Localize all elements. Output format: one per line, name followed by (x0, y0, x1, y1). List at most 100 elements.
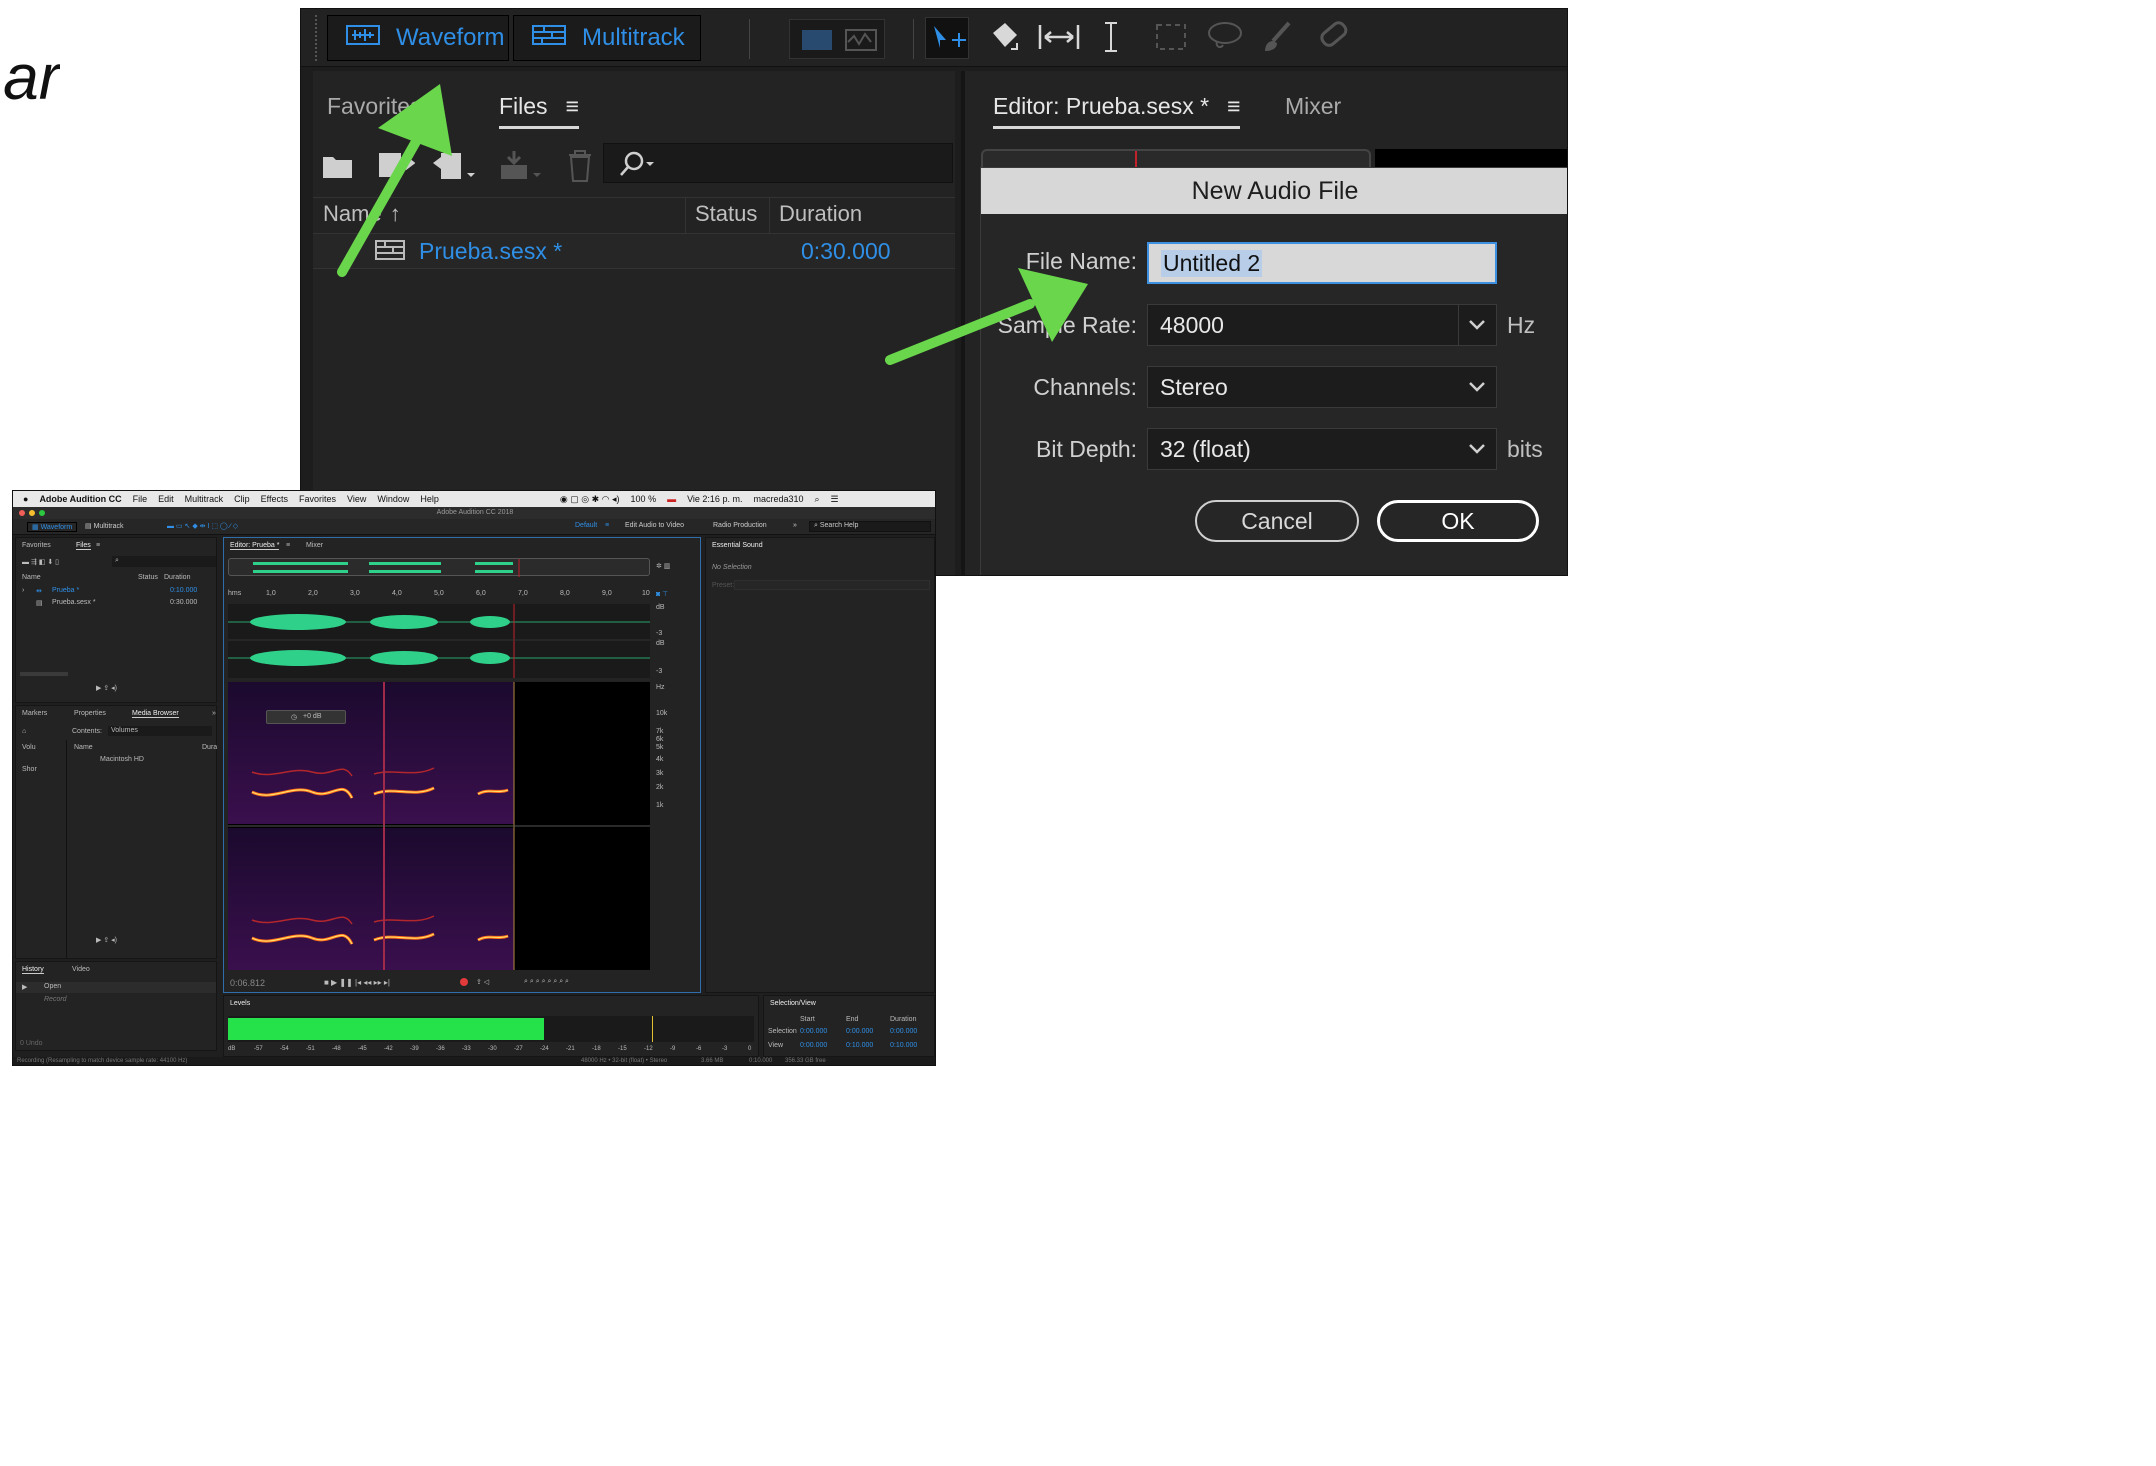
app-editor-menu-icon[interactable]: ≡ (286, 542, 290, 549)
ok-button[interactable]: OK (1377, 500, 1539, 542)
open-folder-icon[interactable] (321, 151, 355, 181)
zoom-controls[interactable]: ⌕ ⌕ ⌕ ⌕ ⌕ ⌕ ⌕ ⌕ (524, 978, 569, 986)
brush-tool-icon[interactable] (1261, 19, 1297, 60)
flag-icon[interactable]: ▬ (667, 494, 676, 504)
spectral-display[interactable]: ◷ +0 dB (228, 682, 650, 970)
history-item[interactable]: ▶ Open (16, 982, 216, 993)
column-status-header[interactable]: Status (695, 201, 757, 227)
menu-multitrack[interactable]: Multitrack (185, 494, 224, 504)
close-window-button[interactable] (19, 510, 25, 516)
levels-title[interactable]: Levels (230, 1000, 250, 1007)
app-overview-bar[interactable] (228, 558, 650, 577)
app-waveform-button[interactable]: ▦ Waveform (27, 522, 78, 532)
files-transport-icons[interactable]: ▶ ⇪ ◂) (96, 684, 117, 692)
multitrack-view-button[interactable]: Multitrack (513, 15, 701, 61)
zoom-window-button[interactable] (39, 510, 45, 516)
delete-icon[interactable] (565, 149, 595, 183)
spot-healing-tool-icon[interactable] (1315, 19, 1355, 60)
scrollbar[interactable] (20, 672, 68, 676)
media-transport-icons[interactable]: ▶ ⇪ ◂) (96, 936, 117, 944)
app-tab-mixer[interactable]: Mixer (306, 542, 323, 549)
preset-select[interactable] (734, 580, 930, 590)
import-file-icon[interactable] (375, 149, 415, 183)
loop-icon[interactable]: ⇪ ◁ (476, 978, 489, 986)
slip-tool-icon[interactable] (1037, 19, 1081, 60)
menu-help[interactable]: Help (420, 494, 439, 504)
transport-controls[interactable]: ■ ▶ ❚❚ |◂ ◂◂ ▸▸ ▸| (324, 978, 390, 987)
app-tab-favorites[interactable]: Favorites (22, 542, 51, 549)
waveform-view-button[interactable]: Waveform (327, 15, 509, 61)
media-item-macintosh-hd[interactable]: Macintosh HD (100, 756, 144, 763)
menu-file[interactable]: File (133, 494, 148, 504)
app-tab-properties[interactable]: Properties (74, 710, 106, 717)
time-selection-tool-icon[interactable] (1099, 19, 1123, 60)
app-multitrack-button[interactable]: ▤ Multitrack (85, 522, 124, 530)
clock-text[interactable]: Vie 2:16 p. m. (687, 494, 742, 504)
razor-tool-icon[interactable] (987, 19, 1023, 60)
app-files-search-input[interactable]: ⌕ (112, 556, 216, 567)
chevron-down-icon[interactable] (1468, 311, 1486, 343)
move-tool-icon[interactable] (925, 17, 969, 59)
menu-window[interactable]: Window (377, 494, 409, 504)
time-ruler[interactable]: hms 1,0 2,0 3,0 4,0 5,0 6,0 7,0 8,0 9,0 … (228, 590, 650, 602)
contents-select[interactable]: Volumes (108, 726, 212, 736)
spotlight-icon[interactable]: ⌕ (815, 494, 820, 505)
app-files-toolbar-icons[interactable]: ▬ ⇶ ◧ ⬇ ▯ (22, 558, 59, 566)
selection-view-title[interactable]: Selection/View (770, 1000, 816, 1007)
menu-edit[interactable]: Edit (158, 494, 174, 504)
tree-shortcuts[interactable]: Shor (22, 766, 37, 773)
file-row[interactable]: Prueba.sesx * 0:30.000 (313, 233, 955, 269)
app-tab-markers[interactable]: Markers (22, 710, 47, 717)
app-tab-files[interactable]: Files (76, 542, 91, 550)
zoom-overview-icons[interactable]: ✲ ▥ (656, 562, 670, 570)
sv-selection-start[interactable]: 0:00.000 (800, 1028, 827, 1035)
gain-knob-icon[interactable]: ◷ (291, 713, 297, 721)
menu-view[interactable]: View (347, 494, 366, 504)
app-file-row[interactable]: › ⇹ Prueba * 0:10.000 (16, 586, 216, 597)
user-name[interactable]: macreda310 (753, 494, 803, 504)
sv-view-start[interactable]: 0:00.000 (800, 1042, 827, 1049)
notification-icon[interactable]: ☰ (831, 494, 839, 505)
workspace-default[interactable]: Default (575, 522, 597, 529)
media-col-duration[interactable]: Dura (202, 744, 217, 751)
app-tab-media-browser[interactable]: Media Browser (132, 710, 179, 718)
expand-arrow-icon[interactable]: › (22, 587, 24, 594)
channels-select[interactable]: Stereo (1147, 366, 1497, 408)
media-col-name[interactable]: Name (74, 744, 93, 751)
app-tab-history[interactable]: History (22, 966, 44, 974)
snap-icons[interactable]: ◙ ⊤ (656, 590, 668, 598)
app-col-duration[interactable]: Duration (164, 574, 190, 581)
editor-menu-icon[interactable]: ≡ (1227, 93, 1240, 120)
sv-view-duration[interactable]: 0:10.000 (890, 1042, 917, 1049)
new-file-icon[interactable] (431, 149, 477, 183)
files-search-input[interactable] (603, 143, 953, 183)
current-time[interactable]: 0:06.812 (230, 978, 265, 988)
app-tab-video[interactable]: Video (72, 966, 90, 973)
column-duration-header[interactable]: Duration (779, 201, 862, 227)
workspace-menu-icon[interactable]: ≡ (605, 522, 609, 529)
tab-files[interactable]: Files ≡ (499, 93, 579, 129)
bit-depth-select[interactable]: 32 (float) (1147, 428, 1497, 470)
workspace-edit-video[interactable]: Edit Audio to Video (625, 522, 684, 529)
sv-selection-end[interactable]: 0:00.000 (846, 1028, 873, 1035)
menu-clip[interactable]: Clip (234, 494, 250, 504)
spectral-display-icon[interactable] (790, 20, 886, 60)
menu-favorites[interactable]: Favorites (299, 494, 336, 504)
more-panels-icon[interactable]: » (212, 710, 216, 717)
lasso-tool-icon[interactable] (1205, 19, 1245, 60)
app-tab-editor[interactable]: Editor: Prueba * (230, 542, 280, 550)
column-name-header[interactable]: Name ↑ (323, 201, 401, 227)
workspace-radio[interactable]: Radio Production (713, 522, 767, 529)
essential-sound-title[interactable]: Essential Sound (712, 542, 763, 549)
app-file-row[interactable]: ▤ Prueba.sesx * 0:30.000 (16, 598, 216, 609)
marquee-tool-icon[interactable] (1153, 19, 1189, 60)
menu-effects[interactable]: Effects (261, 494, 288, 504)
minimize-window-button[interactable] (29, 510, 35, 516)
tab-mixer[interactable]: Mixer (1285, 93, 1341, 120)
panel-menu-icon[interactable]: ≡ (566, 93, 579, 120)
gain-hud[interactable]: ◷ +0 dB (266, 710, 346, 724)
app-name-menu[interactable]: Adobe Audition CC (39, 494, 121, 504)
media-shortcut-icon[interactable]: ⌂ (22, 728, 26, 735)
search-help-input[interactable]: ⌕ Search Help (809, 521, 931, 532)
app-tools-group[interactable]: ▬ ▭ ↖ ◆ ⇹ I ⬚ ◯ ∕ ◇ (167, 522, 238, 530)
